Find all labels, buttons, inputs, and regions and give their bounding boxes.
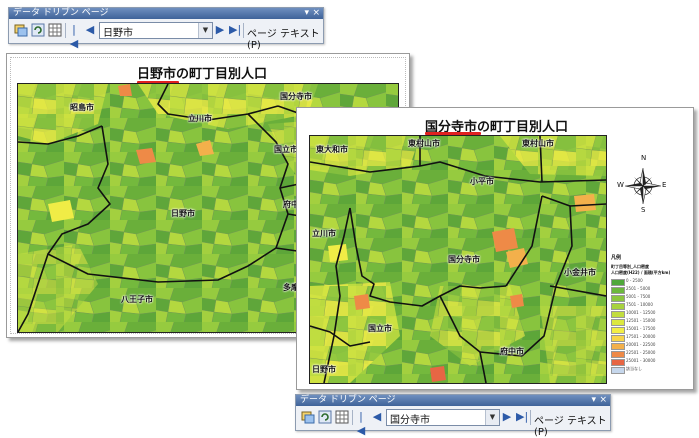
compass-rose-icon <box>624 167 662 205</box>
data-driven-pages-toolbar-bottom: データ ドリブン ページ ▾ × |◀ ◀ 国分寺市 ▼ ▶ ▶| ページ テキ… <box>295 394 611 438</box>
refresh-icon[interactable] <box>318 410 332 424</box>
map-frame-kokubunji[interactable]: 東大和市 東村山市 東村山市 小平市 立川市 国分寺市 小金井市 国立市 府中市… <box>309 135 607 384</box>
legend-label: 5001 - 7500 <box>626 294 651 299</box>
legend-label: 15001 - 17500 <box>626 326 656 331</box>
legend-list: 0 - 2500 2501 - 5000 5001 - 7500 7501 - 100… <box>611 278 689 375</box>
legend-swatch <box>611 311 625 318</box>
toolbar-title-bar[interactable]: データ ドリブン ページ ▾ × <box>296 395 610 406</box>
city-label: 国立市 <box>274 145 298 154</box>
city-label: 国分寺市 <box>448 255 480 264</box>
city-label: 昭島市 <box>70 103 94 112</box>
legend-swatch <box>611 303 625 310</box>
compass-west-label: W <box>617 181 624 189</box>
city-label: 日野市 <box>171 209 195 218</box>
next-page-icon[interactable]: ▶ <box>215 23 225 37</box>
toolbar-title-bar[interactable]: データ ドリブン ページ ▾ × <box>9 8 323 19</box>
previous-page-icon[interactable]: ◀ <box>85 23 95 37</box>
legend-swatch <box>611 367 625 374</box>
page-text-menu[interactable]: ページ テキスト(P) <box>534 412 610 438</box>
city-label: 府中市 <box>500 347 524 356</box>
city-label: 国立市 <box>368 324 392 333</box>
legend-item: 7501 - 10000 <box>611 302 671 310</box>
table-icon[interactable] <box>335 410 349 424</box>
legend-item: 25001 - 30000 <box>611 358 671 366</box>
compass-south-label: S <box>641 206 646 214</box>
page-select[interactable]: 国分寺市 ▼ <box>386 409 500 426</box>
legend-swatch <box>611 335 625 342</box>
legend-item: 22501 - 25000 <box>611 350 671 358</box>
first-page-icon[interactable]: |◀ <box>69 23 79 50</box>
city-label: 立川市 <box>312 229 336 238</box>
city-label: 日野市 <box>312 365 336 374</box>
legend-item: 15001 - 17500 <box>611 326 671 334</box>
legend-label: 22501 - 25000 <box>626 350 656 355</box>
toolbar-title: データ ドリブン ページ <box>300 395 396 405</box>
page-select-value: 国分寺市 <box>390 415 430 426</box>
layers-icon[interactable] <box>301 410 315 424</box>
map-legend: 凡例 町丁目等別_人口密度 人口密度(H22) / 面積(平方km) 0 - 2… <box>611 254 689 384</box>
legend-swatch <box>611 279 625 286</box>
legend-item: 5001 - 7500 <box>611 294 671 302</box>
toolbar-options-icon[interactable]: ▾ <box>304 8 309 19</box>
city-label: 東村山市 <box>522 139 554 148</box>
table-icon[interactable] <box>48 23 62 37</box>
page-text-menu[interactable]: ページ テキスト(P) <box>247 25 323 51</box>
legend-unit: 人口密度(H22) / 面積(平方km) <box>611 270 671 275</box>
legend-label: 17501 - 20000 <box>626 334 656 339</box>
toolbar-title: データ ドリブン ページ <box>13 8 109 18</box>
map-title-hino: 日野市の町丁目別人口 <box>137 67 268 82</box>
legend-item: 17501 - 20000 <box>611 334 671 342</box>
chevron-down-icon[interactable]: ▼ <box>198 23 212 38</box>
legend-label: 12501 - 15000 <box>626 318 656 323</box>
city-label: 小平市 <box>470 177 494 186</box>
toolbar-close-icon[interactable]: × <box>599 395 607 406</box>
legend-swatch <box>611 287 625 294</box>
legend-item: 0 - 2500 <box>611 278 671 286</box>
legend-swatch <box>611 359 625 366</box>
toolbar-options-icon[interactable]: ▾ <box>591 395 596 406</box>
legend-swatch <box>611 343 625 350</box>
legend-label: 2501 - 5000 <box>626 286 651 291</box>
legend-swatch <box>611 327 625 334</box>
legend-item: 20001 - 22500 <box>611 342 671 350</box>
compass-east-label: E <box>662 181 667 189</box>
city-label: 東大和市 <box>316 145 348 154</box>
city-label: 八王子市 <box>121 295 153 304</box>
last-page-icon[interactable]: ▶| <box>229 23 241 37</box>
next-page-icon[interactable]: ▶ <box>502 410 512 424</box>
legend-swatch <box>611 351 625 358</box>
legend-label: 該当なし <box>626 366 642 371</box>
layout-page-kokubunji: 国分寺市の町丁目別人口 東大和市 東村山市 東村山市 小平市 立川市 国分寺市 … <box>296 107 694 390</box>
legend-label: 10001 - 12500 <box>626 310 656 315</box>
previous-page-icon[interactable]: ◀ <box>372 410 382 424</box>
layers-icon[interactable] <box>14 23 28 37</box>
compass-north-label: N <box>641 154 647 162</box>
legend-item: 10001 - 12500 <box>611 310 671 318</box>
legend-item: 該当なし <box>611 366 671 374</box>
city-label: 国分寺市 <box>280 92 312 101</box>
legend-item: 2501 - 5000 <box>611 286 671 294</box>
toolbar-close-icon[interactable]: × <box>312 8 320 19</box>
legend-label: 20001 - 22500 <box>626 342 656 347</box>
refresh-icon[interactable] <box>31 23 45 37</box>
legend-swatch <box>611 295 625 302</box>
legend-title: 凡例 <box>611 255 622 261</box>
legend-label: 0 - 2500 <box>626 278 643 283</box>
city-label: 東村山市 <box>408 139 440 148</box>
legend-swatch <box>611 319 625 326</box>
chevron-down-icon[interactable]: ▼ <box>485 410 499 425</box>
city-label: 小金井市 <box>564 268 596 277</box>
data-driven-pages-toolbar-top: データ ドリブン ページ ▾ × |◀ ◀ 日野市 ▼ ▶ ▶| ページ テキス… <box>8 7 324 51</box>
page-select[interactable]: 日野市 ▼ <box>99 22 213 39</box>
legend-label: 25001 - 30000 <box>626 358 656 363</box>
legend-item: 12501 - 15000 <box>611 318 671 326</box>
legend-label: 7501 - 10000 <box>626 302 653 307</box>
last-page-icon[interactable]: ▶| <box>516 410 528 424</box>
city-label: 立川市 <box>188 114 212 123</box>
page-select-value: 日野市 <box>103 28 133 39</box>
first-page-icon[interactable]: |◀ <box>356 410 366 437</box>
